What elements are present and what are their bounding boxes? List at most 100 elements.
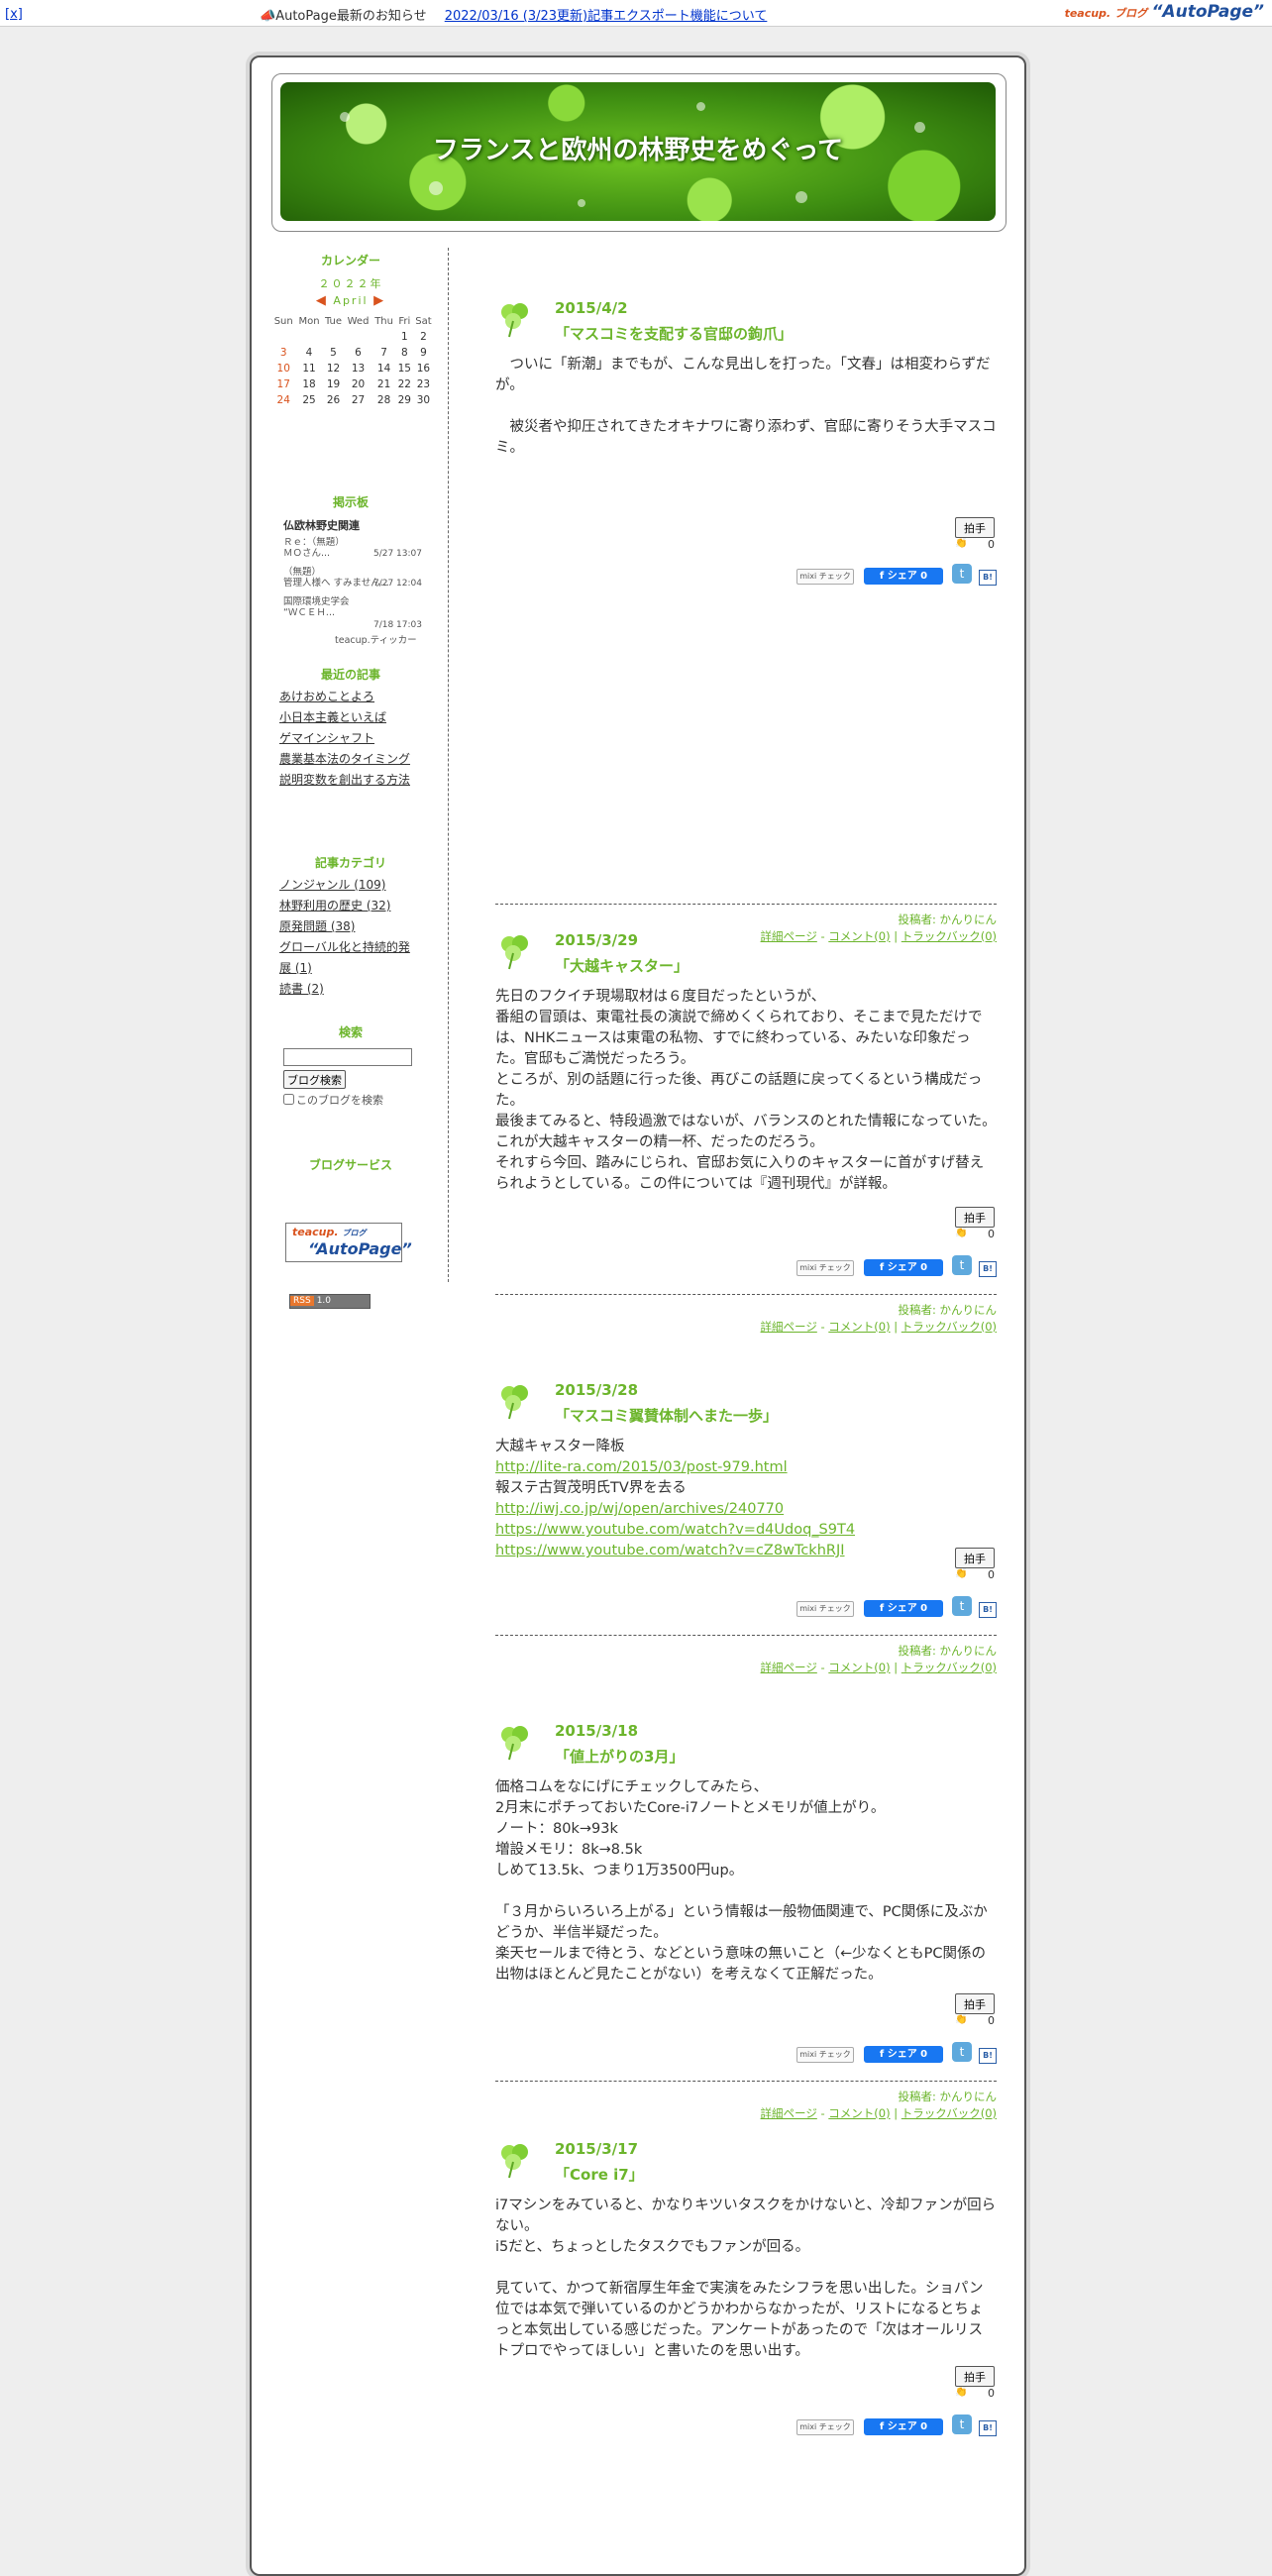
search-this-blog-option[interactable]: このブログを検索 xyxy=(283,1092,402,1110)
facebook-share-button[interactable]: f シェア 0 xyxy=(864,1259,943,1276)
comment-link[interactable]: コメント(0) xyxy=(828,1320,890,1334)
post-url-link[interactable]: https://www.youtube.com/watch?v=cZ8wTckh… xyxy=(495,1541,997,1561)
recent-post-link[interactable]: 農業基本法のタイミング xyxy=(279,752,410,766)
mixi-check-button[interactable]: mixi チェック xyxy=(796,569,854,585)
clap-widget: 拍手 👏 0 xyxy=(955,2366,995,2400)
next-month-arrow-icon[interactable]: ▶ xyxy=(373,293,385,308)
share-buttons: mixi チェック f シェア 0 t B! xyxy=(793,564,997,587)
post-title-link[interactable]: 「マスコミ翼賛体制へまた一歩」 xyxy=(555,1405,778,1426)
post-body: 大越キャスター降板 http://lite-ra.com/2015/03/post… xyxy=(495,1437,997,1561)
mixi-check-button[interactable]: mixi チェック xyxy=(796,1601,854,1617)
hatena-bookmark-icon[interactable]: B! xyxy=(979,570,997,586)
hatena-bookmark-icon[interactable]: B! xyxy=(979,2420,997,2436)
clap-button[interactable]: 拍手 xyxy=(955,1993,995,2014)
rss-badge[interactable]: RSS 1.0 xyxy=(289,1294,371,1309)
post-author: 投稿者: かんりにん xyxy=(898,2090,997,2103)
clap-button[interactable]: 拍手 xyxy=(955,1207,995,1228)
hatena-bookmark-icon[interactable]: B! xyxy=(979,2048,997,2064)
post-paragraph: 番組の冒頭は、東電社長の演説で締めくくられており、そこまで見ただけでは、NHKニ… xyxy=(495,1010,983,1067)
post-meta: 投稿者: かんりにん 詳細ページ - コメント(0) | トラックバック(0) xyxy=(761,1302,997,1336)
facebook-share-button[interactable]: f シェア 0 xyxy=(864,1600,943,1617)
badge-autopage: “AutoPage” xyxy=(308,1239,412,1258)
category-link[interactable]: 読書 (2) xyxy=(279,982,324,996)
blog-search-button[interactable]: ブログ検索 xyxy=(283,1070,346,1089)
category-link[interactable]: ノンジャンル (109) xyxy=(279,878,385,892)
post-paragraph xyxy=(495,2258,997,2279)
facebook-share-button[interactable]: f シェア 0 xyxy=(864,2418,943,2435)
autopage-badge[interactable]: teacup. ブログ “AutoPage” xyxy=(285,1223,412,1262)
clap-widget: 拍手 👏 0 xyxy=(955,1993,995,2027)
prev-month-arrow-icon[interactable]: ◀ xyxy=(316,293,328,308)
recent-posts-list: あけおめことよろ 小日本主義といえば ゲマインシャフト 農業基本法のタイミング … xyxy=(279,687,418,791)
post-url-link[interactable]: http://lite-ra.com/2015/03/post-979.html xyxy=(495,1457,997,1478)
twitter-icon[interactable]: t xyxy=(952,1255,972,1275)
mixi-check-button[interactable]: mixi チェック xyxy=(796,1260,854,1276)
recent-post-link[interactable]: あけおめことよろ xyxy=(279,690,374,703)
recent-post-link[interactable]: 説明変数を創出する方法 xyxy=(279,773,410,787)
post-title-link[interactable]: 「値上がりの3月」 xyxy=(555,1746,684,1767)
bbs-entry[interactable]: 国際環境史学会 “ＷＣＥＨ... 7/18 17:03 xyxy=(283,596,422,630)
calendar-day: 9 xyxy=(420,347,427,359)
post-title-link[interactable]: 「大越キャスター」 xyxy=(555,955,689,976)
bbs-ticker-link[interactable]: teacup.ティッカー xyxy=(335,632,417,646)
post-url-link[interactable]: https://www.youtube.com/watch?v=d4Udoq_S… xyxy=(495,1520,997,1541)
search-option-label: このブログを検索 xyxy=(296,1094,383,1107)
clap-hands-icon: 👏 xyxy=(955,2387,968,2398)
comment-link[interactable]: コメント(0) xyxy=(828,2106,890,2120)
calendar-day: 20 xyxy=(351,378,366,390)
twitter-icon[interactable]: t xyxy=(952,564,972,584)
post-title-link[interactable]: 「マスコミを支配する官邸の鉤爪」 xyxy=(555,323,793,344)
comment-link[interactable]: コメント(0) xyxy=(828,929,890,943)
category-link[interactable]: 原発問題 (38) xyxy=(279,919,355,933)
trackback-link[interactable]: トラックバック(0) xyxy=(901,929,997,943)
twitter-icon[interactable]: t xyxy=(952,2415,972,2434)
trackback-link[interactable]: トラックバック(0) xyxy=(901,1320,997,1334)
post-line: 報ステ古賀茂明氏TV界を去る xyxy=(495,1480,687,1496)
detail-page-link[interactable]: 詳細ページ xyxy=(761,1661,817,1674)
clap-button[interactable]: 拍手 xyxy=(955,1548,995,1568)
search-input[interactable] xyxy=(283,1048,412,1066)
site-title[interactable]: フランスと欧州の林野史をめぐって xyxy=(280,130,996,166)
facebook-share-button[interactable]: f シェア 0 xyxy=(864,2046,943,2063)
bbs-name[interactable]: 仏欧林野史関連 xyxy=(283,517,360,533)
trackback-link[interactable]: トラックバック(0) xyxy=(901,1661,997,1674)
post-meta: 投稿者: かんりにん 詳細ページ - コメント(0) | トラックバック(0) xyxy=(761,2089,997,2122)
hatena-bookmark-icon[interactable]: B! xyxy=(979,1602,997,1618)
hatena-bookmark-icon[interactable]: B! xyxy=(979,1261,997,1277)
facebook-share-button[interactable]: f シェア 0 xyxy=(864,568,943,585)
bbs-entry-date: 7/18 17:03 xyxy=(372,620,422,630)
detail-page-link[interactable]: 詳細ページ xyxy=(761,1320,817,1334)
recent-post-link[interactable]: ゲマインシャフト xyxy=(279,731,374,745)
clap-button[interactable]: 拍手 xyxy=(955,517,995,538)
category-link[interactable]: 林野利用の歴史 (32) xyxy=(279,899,390,912)
notice-link[interactable]: 2022/03/16 (3/23更新)記事エクスポート機能について xyxy=(445,9,768,24)
close-notice-link[interactable]: [x] xyxy=(5,7,23,22)
detail-page-link[interactable]: 詳細ページ xyxy=(761,2106,817,2120)
calendar-day: 6 xyxy=(355,347,362,359)
bbs-entry[interactable]: Ｒｅ：（無題） ＭＯさん... 5/27 13:07 xyxy=(283,537,422,559)
comment-link[interactable]: コメント(0) xyxy=(828,1661,890,1674)
sidebar: カレンダー ２０２２年 ◀ April ▶ Sun Mon Tue Wed Thu Fri… xyxy=(271,248,449,1309)
bbs-entry-date: 7/27 12:04 xyxy=(372,579,422,589)
search-this-blog-checkbox[interactable] xyxy=(283,1094,294,1105)
post-url-link[interactable]: http://iwj.co.jp/wj/open/archives/240770 xyxy=(495,1499,997,1520)
post-title-link[interactable]: 「Core i7」 xyxy=(555,2164,644,2185)
twitter-icon[interactable]: t xyxy=(952,2042,972,2062)
clap-button[interactable]: 拍手 xyxy=(955,2366,995,2387)
recent-post-link[interactable]: 小日本主義といえば xyxy=(279,710,386,724)
calendar-day: 2 xyxy=(420,331,427,343)
mixi-check-button[interactable]: mixi チェック xyxy=(796,2419,854,2435)
calendar-day: 14 xyxy=(376,363,391,375)
bbs-entry[interactable]: （無題） 管理人様へ すみません... 7/27 12:04 xyxy=(283,567,422,589)
clover-post-icon xyxy=(501,935,528,970)
calendar-day: 7 xyxy=(380,347,387,359)
category-link[interactable]: グローバル化と持続的発展 (1) xyxy=(279,940,410,975)
post-links: 詳細ページ - コメント(0) | トラックバック(0) xyxy=(760,929,997,943)
post-paragraph xyxy=(495,1881,997,1902)
twitter-icon[interactable]: t xyxy=(952,1596,972,1616)
calendar-day: 24 xyxy=(276,394,290,406)
detail-page-link[interactable]: 詳細ページ xyxy=(761,929,817,943)
mixi-check-button[interactable]: mixi チェック xyxy=(796,2047,854,2063)
autopage-logo[interactable]: teacup. ブログ “AutoPage” xyxy=(1065,2,1264,22)
trackback-link[interactable]: トラックバック(0) xyxy=(901,2106,997,2120)
